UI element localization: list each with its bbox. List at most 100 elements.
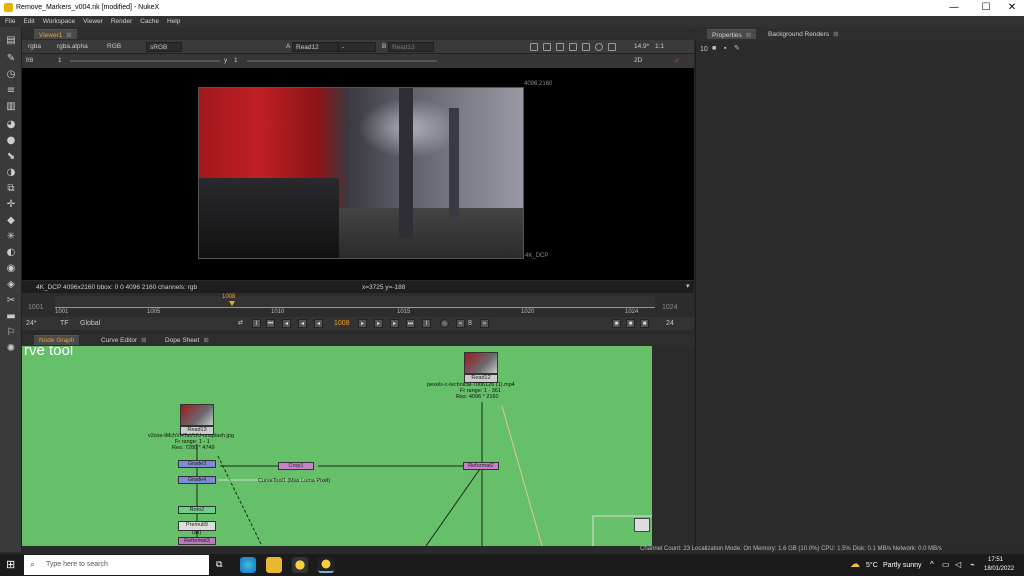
step-back-icon[interactable]: ◂ <box>298 319 307 328</box>
image-icon[interactable]: ▤ <box>5 35 17 47</box>
first-frame-icon[interactable]: ⏮ <box>266 319 275 328</box>
particles-icon[interactable]: ✳ <box>5 231 17 243</box>
close-icon[interactable]: ⊠ <box>141 336 146 344</box>
close-icon[interactable]: ⊠ <box>833 30 838 38</box>
step-forward-n-icon[interactable]: » <box>480 319 489 328</box>
render-icon[interactable]: ■ <box>640 319 649 328</box>
close-icon[interactable]: ⊠ <box>203 336 208 344</box>
minimap[interactable] <box>634 518 650 532</box>
battery-icon[interactable]: ▭ <box>942 560 950 569</box>
tab-properties[interactable]: Properties ⊠ <box>707 29 757 39</box>
frame-one-value[interactable]: 1 <box>58 57 62 64</box>
tf-dropdown[interactable]: TF <box>60 320 69 327</box>
nukex-taskbar-icon[interactable] <box>318 557 334 573</box>
range-dropdown[interactable]: Global <box>80 320 100 327</box>
gizmo-icon[interactable]: ✂ <box>5 295 17 307</box>
tab-dope-sheet[interactable]: Dope Sheet ⊠ <box>160 335 214 345</box>
eye-icon[interactable]: ◉ <box>5 263 17 275</box>
close-button[interactable]: ✕ <box>1000 0 1024 16</box>
nuke-icon[interactable]: ✺ <box>5 343 17 355</box>
prev-key-icon[interactable]: ◂ <box>282 319 291 328</box>
pause-icon[interactable] <box>608 43 616 51</box>
clock-date[interactable]: 18/01/2022 <box>984 566 1014 572</box>
weather-icon[interactable]: ☁ <box>850 559 860 570</box>
timeline-ruler[interactable]: 1001 1005 1010 1015 1020 1024 1008 <box>55 294 655 315</box>
network-icon[interactable]: ⌁ <box>970 560 975 569</box>
menu-help[interactable]: Help <box>162 16 183 25</box>
node-graph-canvas[interactable]: rve tool Read12 pexels-c-technical-70061… <box>22 346 652 546</box>
gain-slider[interactable] <box>70 60 220 62</box>
next-key-icon[interactable]: ▸ <box>390 319 399 328</box>
grade4-node[interactable]: Grade4 <box>178 476 216 484</box>
draw-icon[interactable]: ✎ <box>5 53 17 65</box>
channels-dropdown[interactable]: rgba <box>25 42 44 52</box>
fps-dropdown[interactable]: 24* <box>26 320 37 327</box>
reformat-node[interactable]: Reformat2 <box>463 462 499 470</box>
expand-icon[interactable]: ▾ <box>686 282 690 290</box>
tab-curve-editor[interactable]: Curve Editor ⊠ <box>96 335 152 345</box>
a-input-dropdown[interactable]: Read12 <box>292 42 338 52</box>
volume-icon[interactable]: ◁ <box>955 560 961 569</box>
file-explorer-icon[interactable] <box>266 557 282 573</box>
color-icon[interactable]: ▥ <box>5 101 17 113</box>
tab-background-renders[interactable]: Background Renders ⊠ <box>763 29 844 39</box>
time-icon[interactable]: ◷ <box>5 69 17 81</box>
play-back-icon[interactable]: ◂ <box>314 319 323 328</box>
step-forward-icon[interactable]: ▸ <box>374 319 383 328</box>
colorspace-dropdown[interactable]: sRGB <box>146 42 182 52</box>
read13-thumbnail[interactable] <box>180 404 214 426</box>
grade3-node[interactable]: Grade3 <box>178 460 216 468</box>
step-increment[interactable]: 8 <box>468 320 472 327</box>
edge-icon[interactable] <box>240 557 256 573</box>
bounce-icon[interactable]: ○ <box>440 319 449 328</box>
tray-chevron-icon[interactable]: ^ <box>930 560 934 569</box>
weather-text[interactable]: Partly sunny <box>883 562 922 569</box>
frame-field[interactable]: 1008 <box>334 320 350 327</box>
transform-icon[interactable]: ◑ <box>5 167 17 179</box>
menu-viewer[interactable]: Viewer <box>78 16 106 25</box>
current-frame-marker[interactable]: 1008 <box>222 294 235 300</box>
taskbar-search-input[interactable]: ⌕ Type here to search <box>24 555 209 575</box>
in-point-icon[interactable]: I <box>252 319 261 328</box>
lock-icon[interactable]: ■ <box>712 45 716 52</box>
monitor-icon[interactable]: ■ <box>626 319 635 328</box>
close-all-icon[interactable]: ▪ <box>724 45 726 52</box>
layers-icon[interactable]: ⧉ <box>5 183 17 195</box>
roto2-node[interactable]: Roto2 <box>178 506 216 514</box>
close-icon[interactable]: ⊠ <box>746 31 751 39</box>
read12-thumbnail[interactable] <box>464 352 498 374</box>
refresh-icon[interactable] <box>595 43 603 51</box>
reformat-small-node[interactable]: Reformat3 <box>178 537 216 545</box>
end-frame-field[interactable]: 24 <box>666 320 674 327</box>
view-mode-dropdown[interactable]: 2D <box>634 57 642 64</box>
lock-icon[interactable] <box>582 43 590 51</box>
b-input-dropdown[interactable]: Read13 <box>388 42 434 52</box>
step-back-n-icon[interactable]: « <box>456 319 465 328</box>
gain-value[interactable]: 14.9* <box>634 43 649 50</box>
other-icon[interactable]: ▬ <box>5 311 17 323</box>
last-frame-icon[interactable]: ⏭ <box>406 319 415 328</box>
y-value[interactable]: 1 <box>234 57 238 64</box>
menu-edit[interactable]: Edit <box>18 16 37 25</box>
deep-icon[interactable]: ◐ <box>5 247 17 259</box>
gamma-slider[interactable] <box>247 60 437 62</box>
menu-cache[interactable]: Cache <box>135 16 162 25</box>
close-icon[interactable]: ⊠ <box>66 31 71 39</box>
plugin-icon[interactable]: ⚐ <box>5 327 17 339</box>
weather-temp[interactable]: 5°C <box>866 562 878 569</box>
alpha-dropdown[interactable]: rgba.alpha <box>54 42 91 52</box>
nuke-taskbar-icon[interactable] <box>292 557 308 573</box>
clock-time[interactable]: 17:51 <box>988 557 1003 563</box>
keyer-icon[interactable]: ● <box>5 135 17 147</box>
channel-icon[interactable]: ≡ <box>5 85 17 97</box>
fstop-value[interactable]: f/8 <box>26 57 33 64</box>
crop-node[interactable]: Crop1 <box>278 462 314 470</box>
pick-icon[interactable]: ✐ <box>674 57 679 65</box>
timeline-end[interactable]: 1024 <box>662 304 678 311</box>
roi-icon[interactable] <box>543 43 551 51</box>
rgb-dropdown[interactable]: RGB <box>104 42 124 52</box>
zoom-value[interactable]: 1:1 <box>655 43 664 50</box>
playhead-icon[interactable] <box>229 301 235 306</box>
minimize-button[interactable]: — <box>942 0 966 16</box>
task-view-icon[interactable]: ⧉ <box>216 559 222 570</box>
